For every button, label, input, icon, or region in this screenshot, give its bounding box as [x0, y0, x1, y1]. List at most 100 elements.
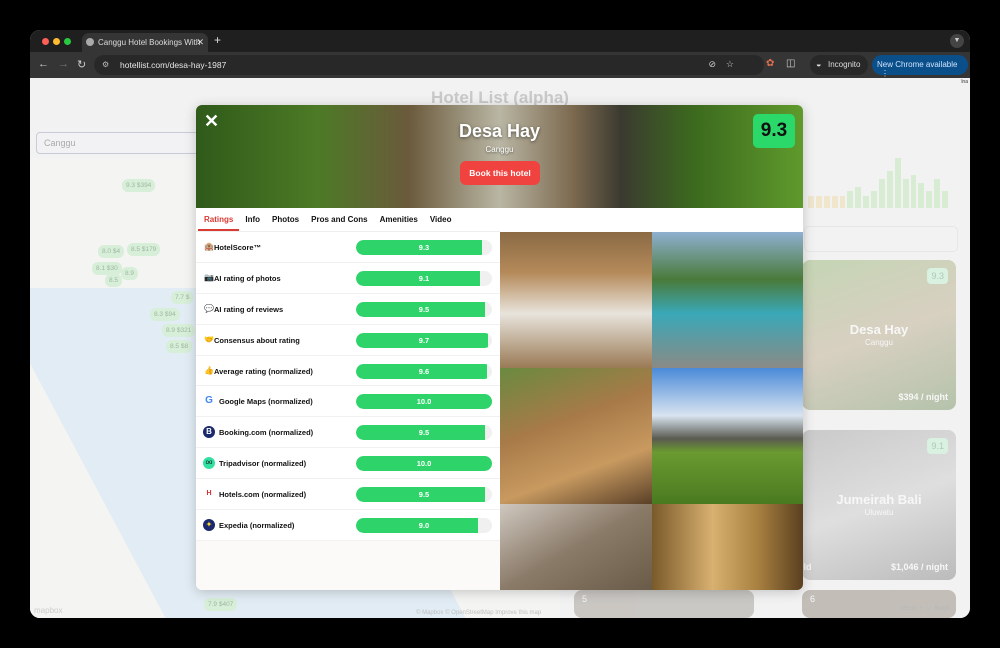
- map-marker[interactable]: 8.0 $4: [98, 245, 125, 258]
- histogram-bar[interactable]: [871, 191, 878, 208]
- tracking-eye-off-icon[interactable]: ⊘: [708, 59, 716, 70]
- photo-bedroom[interactable]: [500, 232, 652, 368]
- rating-bar: 9.5: [356, 425, 492, 441]
- tab-ratings[interactable]: Ratings: [198, 208, 240, 231]
- histogram-bar[interactable]: [808, 195, 814, 208]
- histogram-bar[interactable]: [942, 191, 949, 208]
- browser-tab[interactable]: Canggu Hotel Bookings With ✕: [82, 33, 208, 52]
- bookmark-star-icon[interactable]: ☆: [726, 59, 734, 70]
- page: Hotel List (alpha) lna Canggu 9.3 $394 8…: [30, 78, 970, 618]
- histogram-bar[interactable]: [831, 195, 838, 208]
- map-marker[interactable]: 8.9: [121, 267, 139, 280]
- histogram-bar[interactable]: [918, 183, 925, 208]
- maximize-window-button[interactable]: [64, 38, 71, 45]
- map-marker[interactable]: 8.5 $8: [166, 340, 193, 353]
- rating-row: 🏨 HotelScore™ 9.3: [196, 232, 500, 263]
- tab-amenities[interactable]: Amenities: [374, 208, 424, 231]
- reload-icon[interactable]: ↻: [77, 58, 86, 71]
- minimize-window-button[interactable]: [53, 38, 60, 45]
- tab-photos[interactable]: Photos: [266, 208, 305, 231]
- histogram-bar[interactable]: [902, 178, 909, 208]
- book-hotel-button[interactable]: Book this hotel: [460, 161, 540, 185]
- extensions-puzzle-icon[interactable]: ◫: [786, 58, 795, 69]
- new-tab-button[interactable]: +: [214, 33, 221, 47]
- back-icon[interactable]: ←: [38, 58, 49, 70]
- rating-bar: 9.5: [356, 301, 492, 317]
- rating-row: 👍 Average rating (normalized) 9.6: [196, 356, 500, 387]
- rating-bar: 10.0: [356, 456, 492, 472]
- photo-towel[interactable]: [500, 504, 652, 590]
- map-marker[interactable]: 7.7 $: [171, 291, 194, 304]
- tab-video[interactable]: Video: [424, 208, 458, 231]
- rating-label: Tripadvisor (normalized): [219, 459, 307, 469]
- histogram-bar[interactable]: [894, 158, 901, 208]
- feedback-link[interactable]: Ideas + ☺ Bugs: [900, 605, 950, 612]
- photo-rice-field[interactable]: [651, 368, 803, 504]
- rating-row: ✦ Expedia (normalized) 9.0: [196, 510, 500, 541]
- hotel-card[interactable]: 9.3 Desa Hay Canggu $394 / night: [802, 260, 956, 410]
- site-settings-icon[interactable]: ⚙: [102, 60, 109, 69]
- histogram-bar[interactable]: [934, 178, 941, 208]
- mapbox-logo: mapbox: [34, 606, 63, 615]
- tab-title: Canggu Hotel Bookings With: [98, 38, 201, 47]
- map-marker[interactable]: 9.3 $394: [122, 179, 156, 192]
- hotel-card[interactable]: 6: [802, 590, 956, 618]
- rating-value: 9.3: [418, 243, 430, 252]
- url-text: hotellist.com/desa-hay-1987: [120, 60, 227, 70]
- map-marker[interactable]: 8.5: [105, 274, 123, 287]
- hotel-card[interactable]: 9.1 Jumeirah Bali Uluwatu old $1,046 / n…: [802, 430, 956, 580]
- photo-bathroom[interactable]: [500, 368, 652, 504]
- card-score: 9.3: [927, 268, 948, 284]
- rating-value: 9.0: [418, 521, 430, 531]
- map-marker[interactable]: 8.3 $94: [150, 308, 180, 321]
- hotel-card[interactable]: 5: [574, 590, 754, 618]
- histogram-bar[interactable]: [926, 191, 933, 208]
- kebab-menu-icon[interactable]: ⋮: [881, 69, 889, 78]
- map-marker[interactable]: 8.5 $179: [127, 243, 161, 256]
- rating-bar: 9.5: [356, 487, 492, 503]
- map-marker[interactable]: 7.9 $407: [204, 598, 238, 611]
- filter-box[interactable]: [804, 226, 958, 252]
- modal-tabs: Ratings Info Photos Pros and Cons Amenit…: [196, 208, 500, 232]
- incognito-icon: ◒: [816, 59, 822, 69]
- hotel-detail-modal: ✕ Desa Hay Canggu Book this hotel 9.3 Ra…: [196, 105, 803, 590]
- card-score: 9.1: [927, 438, 948, 454]
- map-marker[interactable]: 8.1 $30: [92, 262, 122, 275]
- extension-icon[interactable]: ✿: [766, 58, 774, 69]
- close-tab-icon[interactable]: ✕: [196, 37, 204, 48]
- new-chrome-available-button[interactable]: New Chrome available ⋮: [872, 55, 968, 78]
- address-bar[interactable]: ⚙ hotellist.com/desa-hay-1987 ⊘ ☆: [94, 55, 764, 75]
- tab-info[interactable]: Info: [239, 208, 266, 231]
- histogram-bar[interactable]: [886, 170, 893, 208]
- rating-label: Average rating (normalized): [214, 366, 313, 376]
- photo-grid: [500, 232, 803, 590]
- histogram-bar[interactable]: [910, 174, 917, 208]
- forward-icon[interactable]: →: [58, 58, 69, 70]
- location-search-input[interactable]: Canggu: [36, 132, 206, 154]
- map-marker[interactable]: 8.9 $321: [162, 324, 196, 337]
- rating-bar: 9.6: [356, 363, 492, 379]
- histogram-bar[interactable]: [855, 187, 862, 208]
- rating-bar: 9.1: [356, 270, 492, 286]
- incognito-indicator[interactable]: ◒ Incognito: [810, 55, 868, 75]
- histogram-bar[interactable]: [815, 195, 822, 208]
- rating-label: Hotels.com (normalized): [219, 490, 307, 500]
- photo-shower[interactable]: [651, 504, 803, 590]
- photo-pool[interactable]: [651, 232, 803, 368]
- histogram-bar[interactable]: [879, 178, 885, 208]
- rating-label: AI rating of reviews: [214, 304, 284, 314]
- price-histogram[interactable]: [808, 158, 949, 208]
- histogram-bar[interactable]: [823, 195, 830, 208]
- close-window-button[interactable]: [42, 38, 49, 45]
- tab-pros-and-cons[interactable]: Pros and Cons: [305, 208, 373, 231]
- language-badge[interactable]: lna: [961, 79, 968, 85]
- histogram-bar[interactable]: [847, 191, 854, 208]
- rating-value: 9.1: [418, 273, 430, 283]
- histogram-bar[interactable]: [839, 195, 846, 208]
- hotels-com-icon: H: [206, 490, 212, 498]
- tab-search-button[interactable]: ▼: [950, 34, 964, 48]
- rating-bar: 9.3: [356, 240, 492, 255]
- map-attribution[interactable]: © Mapbox © OpenStreetMap Improve this ma…: [416, 610, 541, 616]
- histogram-bar[interactable]: [863, 195, 870, 208]
- google-icon: G: [205, 395, 213, 407]
